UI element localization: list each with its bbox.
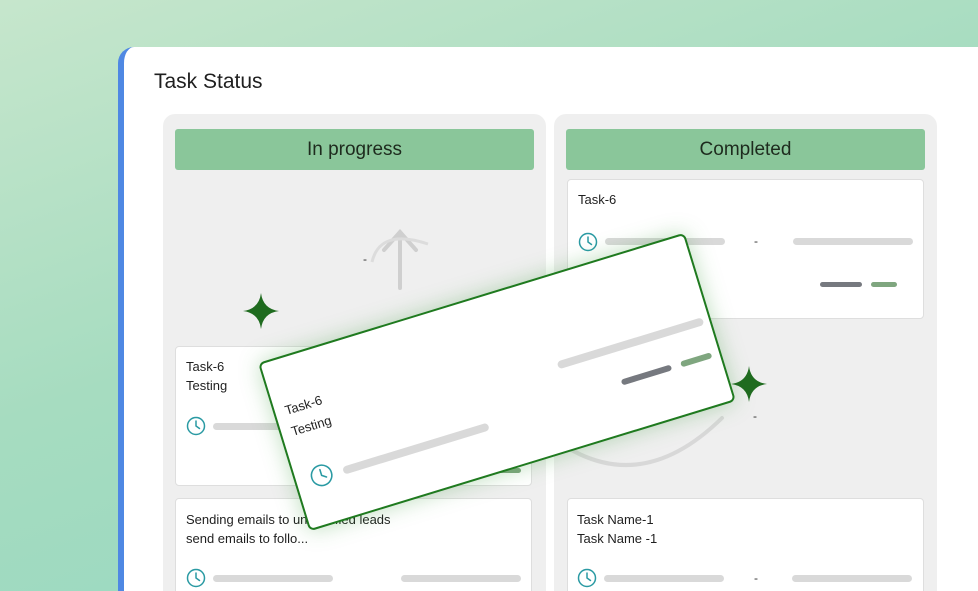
status-pill <box>620 364 673 386</box>
task-card[interactable]: Task Name-1 Task Name -1 - <box>567 498 924 591</box>
clock-icon <box>186 416 206 436</box>
column-header-completed[interactable]: Completed <box>566 129 925 170</box>
page-title: Task Status <box>154 70 263 93</box>
date-bar <box>213 575 333 582</box>
separator-dash: - <box>754 234 758 248</box>
date-bar <box>604 575 724 582</box>
assignee-bar <box>793 238 913 245</box>
card-title: Task-6 <box>186 359 225 374</box>
placeholder-dash: - <box>363 252 367 266</box>
sparkle-icon <box>243 293 279 329</box>
placeholder-dash: - <box>753 409 757 423</box>
column-header-in-progress[interactable]: In progress <box>175 129 534 170</box>
card-subtitle: Task Name -1 <box>577 531 658 546</box>
date-bar <box>342 422 490 475</box>
clock-icon <box>310 464 333 487</box>
card-subtitle: Testing <box>186 378 228 393</box>
assignee-bar <box>792 575 912 582</box>
card-title: Task-6 <box>282 392 324 418</box>
status-pill <box>820 282 862 287</box>
card-subtitle: Testing <box>289 412 334 439</box>
separator-dash: - <box>754 571 758 585</box>
card-title: Task-6 <box>578 192 617 207</box>
priority-pill <box>680 352 713 368</box>
clock-icon <box>578 232 598 252</box>
clock-icon <box>186 568 206 588</box>
card-title: Task Name-1 <box>577 512 654 527</box>
assignee-bar <box>401 575 521 582</box>
clock-icon <box>577 568 597 588</box>
sparkle-icon <box>731 366 767 402</box>
card-subtitle: send emails to follo... <box>186 531 309 546</box>
priority-pill <box>871 282 897 287</box>
